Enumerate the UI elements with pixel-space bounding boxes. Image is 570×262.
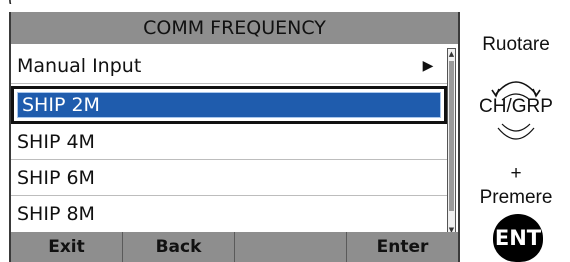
ent-key-icon: ENT: [493, 214, 543, 262]
scrollbar-thumb[interactable]: [449, 61, 454, 211]
list-item-ship-2m[interactable]: SHIP 2M: [11, 86, 447, 124]
screen-title-text: COMM FREQUENCY: [143, 17, 326, 39]
plus-sign: +: [510, 163, 522, 184]
list-item-ship-8m[interactable]: SHIP 8M: [11, 196, 447, 232]
list-item-label: SHIP 8M: [17, 203, 95, 225]
softkey-bar: Exit Back Enter: [11, 232, 458, 262]
list-item-label: SHIP 6M: [17, 166, 95, 189]
scroll-up-arrow-icon[interactable]: ▲: [448, 50, 455, 58]
list-item-ship-6m[interactable]: SHIP 6M: [11, 160, 447, 196]
blank-softkey[interactable]: [235, 232, 347, 262]
submenu-arrow-icon: ▶: [422, 57, 434, 74]
knob-label: CH/GRP: [479, 96, 553, 117]
list-scrollbar[interactable]: ▲ ▼: [447, 48, 456, 236]
rotate-instruction: Ruotare: [482, 34, 550, 55]
cropped-caption-text: (: [8, 0, 14, 4]
list-item-manual-input[interactable]: Manual Input ▶: [11, 48, 447, 84]
cropped-caption-fragment: (: [8, 0, 198, 4]
ent-key-label: ENT: [494, 226, 542, 250]
exit-softkey[interactable]: Exit: [11, 232, 123, 262]
press-instruction: Premere: [479, 187, 553, 208]
selection-highlight: SHIP 2M: [17, 92, 441, 118]
list-item-label: Manual Input: [17, 54, 142, 77]
list-item-label: SHIP 4M: [17, 130, 95, 153]
lcd-screen: COMM FREQUENCY Manual Input ▶ SHIP 2M SH…: [9, 12, 460, 262]
enter-softkey[interactable]: Enter: [347, 232, 458, 262]
instruction-panel: Ruotare CH/GRP + Premere ENT: [462, 0, 570, 262]
list-item-label: SHIP 2M: [22, 94, 100, 116]
screen-title: COMM FREQUENCY: [11, 12, 458, 44]
back-softkey[interactable]: Back: [123, 232, 235, 262]
channel-list: Manual Input ▶ SHIP 2M SHIP 4M SHIP 6M S…: [11, 48, 447, 232]
list-item-ship-4m[interactable]: SHIP 4M: [11, 124, 447, 160]
